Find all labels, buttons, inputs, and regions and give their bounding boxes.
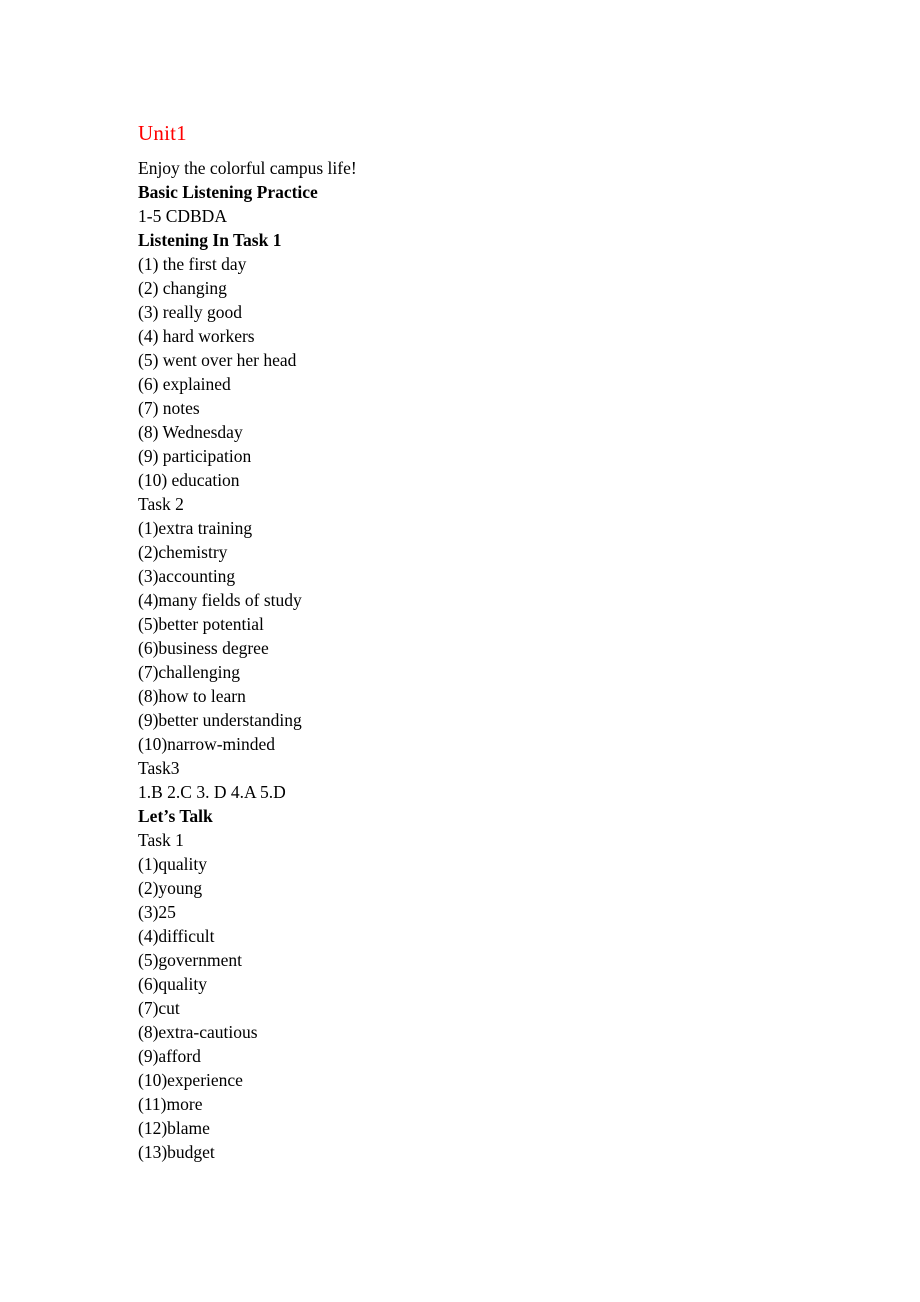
section-line: (6)business degree <box>138 638 269 658</box>
section-task-3: Task3 1.B 2.C 3. D 4.A 5.D <box>138 756 798 804</box>
section-heading: Task 1 <box>138 830 184 850</box>
section-line: (13)budget <box>138 1142 215 1162</box>
section-basic-listening-practice: Basic Listening Practice 1-5 CDBDA <box>138 180 798 228</box>
section-line: (1) the first day <box>138 254 247 274</box>
section-lets-talk-task-1: Task 1 (1)quality (2)young (3)25 (4)diff… <box>138 828 798 1164</box>
section-line: (7)challenging <box>138 662 241 682</box>
document-page: Unit1 Enjoy the colorful campus life! Ba… <box>0 0 920 1302</box>
section-line: (4)difficult <box>138 926 215 946</box>
section-line: (10)narrow-minded <box>138 734 276 754</box>
section-line: (2) changing <box>138 278 227 298</box>
section-line: (4)many fields of study <box>138 590 302 610</box>
section-line: (1)quality <box>138 854 208 874</box>
section-line: (11)more <box>138 1094 203 1114</box>
page-title: Unit1 <box>138 121 187 145</box>
document-body: Unit1 Enjoy the colorful campus life! Ba… <box>138 118 798 1164</box>
section-line: (8)how to learn <box>138 686 246 706</box>
section-heading: Task 2 <box>138 494 184 514</box>
section-line: (8)extra-cautious <box>138 1022 258 1042</box>
section-line: 1.B 2.C 3. D 4.A 5.D <box>138 782 286 802</box>
section-task-2: Task 2 (1)extra training (2)chemistry (3… <box>138 492 798 756</box>
section-line: (10)experience <box>138 1070 243 1090</box>
section-line: (7)cut <box>138 998 180 1018</box>
section-line: (9)afford <box>138 1046 201 1066</box>
sections-container: Basic Listening Practice 1-5 CDBDA Liste… <box>138 180 798 1164</box>
section-line: (8) Wednesday <box>138 422 243 442</box>
section-line: (9)better understanding <box>138 710 302 730</box>
section-heading: Basic Listening Practice <box>138 182 318 202</box>
section-line: (3)25 <box>138 902 176 922</box>
section-line: (9) participation <box>138 446 252 466</box>
section-line: 1-5 CDBDA <box>138 206 227 226</box>
section-heading: Task3 <box>138 758 180 778</box>
section-line: (2)young <box>138 878 203 898</box>
section-line: (12)blame <box>138 1118 210 1138</box>
section-lets-talk: Let’s Talk <box>138 804 798 828</box>
intro-line: Enjoy the colorful campus life! <box>138 158 357 178</box>
section-line: (5)government <box>138 950 242 970</box>
section-line: (10) education <box>138 470 240 490</box>
section-heading: Let’s Talk <box>138 806 213 826</box>
section-line: (2)chemistry <box>138 542 228 562</box>
section-line: (7) notes <box>138 398 200 418</box>
section-line: (3)accounting <box>138 566 236 586</box>
section-line: (5) went over her head <box>138 350 297 370</box>
section-line: (6)quality <box>138 974 208 994</box>
section-line: (1)extra training <box>138 518 253 538</box>
section-listening-in-task-1: Listening In Task 1 (1) the first day (2… <box>138 228 798 492</box>
section-line: (3) really good <box>138 302 242 322</box>
section-heading: Listening In Task 1 <box>138 230 282 250</box>
section-line: (6) explained <box>138 374 231 394</box>
section-line: (4) hard workers <box>138 326 255 346</box>
section-line: (5)better potential <box>138 614 264 634</box>
